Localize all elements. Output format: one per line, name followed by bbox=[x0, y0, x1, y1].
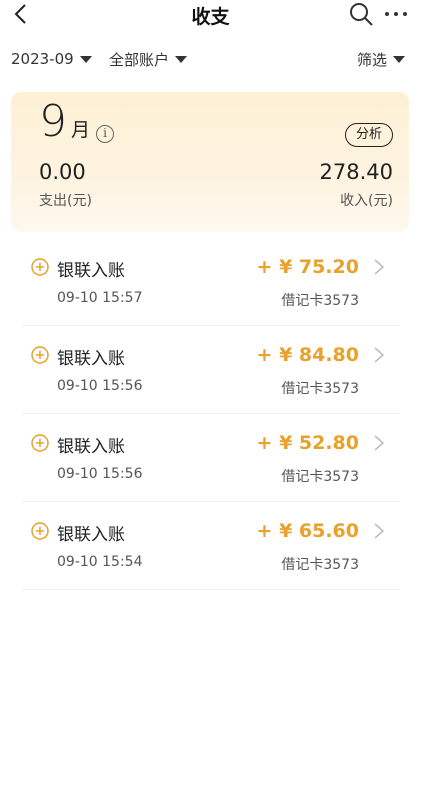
income-coin-icon bbox=[31, 522, 49, 540]
search-icon[interactable] bbox=[348, 1, 374, 27]
chevron-right-icon bbox=[374, 523, 385, 539]
filter-bar: 2023-09 全部账户 筛选 bbox=[0, 46, 421, 72]
transaction-name: 银联入账 bbox=[57, 437, 125, 457]
income-coin-icon bbox=[31, 434, 49, 452]
transaction-row[interactable]: 银联入账 09-10 15:56 + ¥ 52.80 借记卡3573 bbox=[0, 414, 421, 502]
income-coin-icon bbox=[31, 258, 49, 276]
transaction-card: 借记卡3573 bbox=[281, 293, 359, 309]
transaction-amount: + ¥ 52.80 bbox=[256, 432, 359, 454]
transaction-time: 09-10 15:56 bbox=[57, 466, 143, 482]
filter-button-label: 筛选 bbox=[356, 50, 387, 69]
transaction-amount: + ¥ 65.60 bbox=[256, 520, 359, 542]
month-number: 9 bbox=[39, 96, 67, 147]
caret-down-icon bbox=[79, 55, 92, 63]
transaction-amount: + ¥ 84.80 bbox=[256, 344, 359, 366]
expense-label: 支出(元) bbox=[39, 193, 92, 209]
account-selector[interactable]: 全部账户 bbox=[109, 46, 188, 72]
transaction-row[interactable]: 银联入账 09-10 15:56 + ¥ 84.80 借记卡3573 bbox=[0, 326, 421, 414]
transaction-name: 银联入账 bbox=[57, 261, 125, 281]
monthly-summary-card: 9 月 i 分析 0.00 278.40 支出(元) 收入(元) bbox=[11, 92, 409, 232]
transaction-row[interactable]: 银联入账 09-10 15:57 + ¥ 75.20 借记卡3573 bbox=[0, 238, 421, 326]
transaction-amount: + ¥ 75.20 bbox=[256, 256, 359, 278]
month-selector-label: 2023-09 bbox=[11, 50, 74, 68]
transaction-card: 借记卡3573 bbox=[281, 469, 359, 485]
income-coin-icon bbox=[31, 346, 49, 364]
more-dots-icon[interactable] bbox=[382, 1, 410, 27]
transaction-time: 09-10 15:54 bbox=[57, 554, 143, 570]
chevron-right-icon bbox=[374, 347, 385, 363]
analyze-button[interactable]: 分析 bbox=[344, 123, 393, 147]
chevron-right-icon bbox=[374, 259, 385, 275]
month-selector[interactable]: 2023-09 bbox=[11, 46, 92, 72]
info-icon[interactable]: i bbox=[96, 125, 114, 143]
transaction-time: 09-10 15:56 bbox=[57, 378, 143, 394]
filter-button[interactable]: 筛选 bbox=[357, 46, 405, 72]
transaction-name: 银联入账 bbox=[57, 349, 125, 369]
transaction-card: 借记卡3573 bbox=[281, 557, 359, 573]
transaction-row[interactable]: 银联入账 09-10 15:54 + ¥ 65.60 借记卡3573 bbox=[0, 502, 421, 590]
transaction-card: 借记卡3573 bbox=[281, 381, 359, 397]
income-label: 收入(元) bbox=[340, 193, 393, 209]
chevron-right-icon bbox=[374, 435, 385, 451]
income-amount: 278.40 bbox=[319, 160, 393, 184]
transaction-name: 银联入账 bbox=[57, 525, 125, 545]
transaction-time: 09-10 15:57 bbox=[57, 290, 143, 306]
caret-down-icon bbox=[393, 55, 405, 63]
caret-down-icon bbox=[175, 55, 188, 63]
month-heading: 9 月 bbox=[39, 96, 91, 147]
month-unit: 月 bbox=[71, 119, 91, 141]
expense-amount: 0.00 bbox=[39, 160, 86, 184]
top-nav-bar: 收支 bbox=[0, 0, 421, 30]
transaction-list: 银联入账 09-10 15:57 + ¥ 75.20 借记卡3573 银联入账 … bbox=[0, 238, 421, 590]
account-selector-label: 全部账户 bbox=[109, 50, 170, 69]
